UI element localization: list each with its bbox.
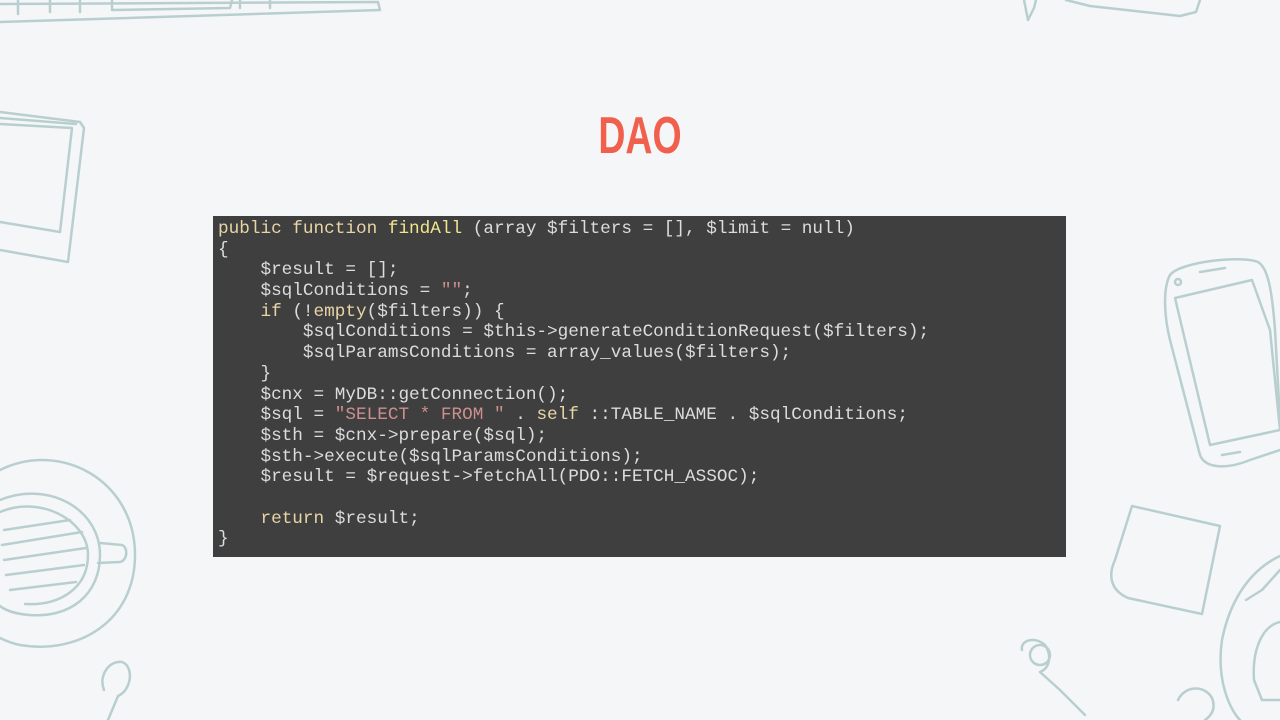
- code-lines: public function findAll (array $filters …: [218, 219, 1066, 550]
- code-line: $result = [];: [218, 260, 1066, 281]
- code-line: $sqlParamsConditions = array_values($fil…: [218, 343, 1066, 364]
- code-token-plain: $result = [];: [218, 260, 399, 281]
- code-token-keyword: return: [260, 508, 325, 529]
- code-token-keyword: if: [260, 301, 282, 322]
- code-token-plain: $result = $request->fetchAll(PDO::FETCH_…: [218, 467, 760, 488]
- keyboard-doodle-icon: [0, 0, 382, 24]
- code-token-plain: $sqlParamsConditions = array_values($fil…: [218, 343, 792, 364]
- code-token-plain: $sth->execute($sqlParamsConditions);: [218, 446, 643, 467]
- code-token-plain: ($filters)) {: [366, 301, 505, 322]
- code-token-func: findAll: [387, 219, 463, 239]
- code-token-plain: $sqlConditions = $this->generateConditio…: [218, 322, 930, 343]
- headphones-doodle-icon: [1020, 554, 1280, 720]
- code-line: $sql = "SELECT * FROM " . self ::TABLE_N…: [218, 405, 1066, 426]
- code-token-keyword: public function: [218, 219, 388, 239]
- code-token-plain: (array $filters = [], $limit = null): [462, 219, 855, 239]
- spoon-doodle-icon: [101, 660, 131, 720]
- notebook-doodle-icon: [0, 110, 86, 264]
- code-token-plain: }: [218, 363, 272, 384]
- sticky-note-doodle-icon: [1110, 504, 1222, 616]
- code-line: public function findAll (array $filters …: [218, 219, 1066, 240]
- code-line: $sqlConditions = $this->generateConditio…: [218, 322, 1066, 343]
- code-token-plain: $cnx = MyDB::getConnection();: [218, 384, 569, 405]
- pen-doodle-icon: [1022, 0, 1202, 22]
- code-line: $cnx = MyDB::getConnection();: [218, 385, 1066, 406]
- code-line: $sth->execute($sqlParamsConditions);: [218, 447, 1066, 468]
- code-token-plain: $result;: [324, 508, 420, 529]
- code-token-plain: $sqlConditions =: [218, 281, 441, 302]
- slide-title: DAO: [598, 107, 682, 165]
- code-line: }: [218, 364, 1066, 385]
- code-token-plain: $sql =: [218, 405, 335, 426]
- smartphone-doodle-icon: [1163, 258, 1280, 468]
- code-line: }: [218, 529, 1066, 550]
- code-line: return $result;: [218, 509, 1066, 530]
- coffee-cup-doodle-icon: [0, 458, 137, 648]
- code-token-plain: ::TABLE_NAME . $sqlConditions;: [578, 405, 908, 426]
- code-line: {: [218, 240, 1066, 261]
- code-token-keyword: self: [536, 405, 579, 426]
- code-line: $sth = $cnx->prepare($sql);: [218, 426, 1066, 447]
- code-token-plain: .: [504, 405, 537, 426]
- code-line: if (!empty($filters)) {: [218, 302, 1066, 323]
- code-token-string: "SELECT * FROM ": [334, 405, 505, 426]
- code-token-plain: {: [218, 239, 229, 260]
- code-block: public function findAll (array $filters …: [213, 216, 1066, 557]
- code-token-string: "": [440, 281, 463, 302]
- code-line: $sqlConditions = "";: [218, 281, 1066, 302]
- code-token-keyword: empty: [313, 301, 367, 322]
- code-line: $result = $request->fetchAll(PDO::FETCH_…: [218, 467, 1066, 488]
- code-token-plain: }: [218, 529, 229, 550]
- code-token-plain: $sth = $cnx->prepare($sql);: [218, 425, 548, 446]
- code-token-plain: (!: [281, 301, 314, 322]
- code-token-plain: ;: [462, 281, 473, 302]
